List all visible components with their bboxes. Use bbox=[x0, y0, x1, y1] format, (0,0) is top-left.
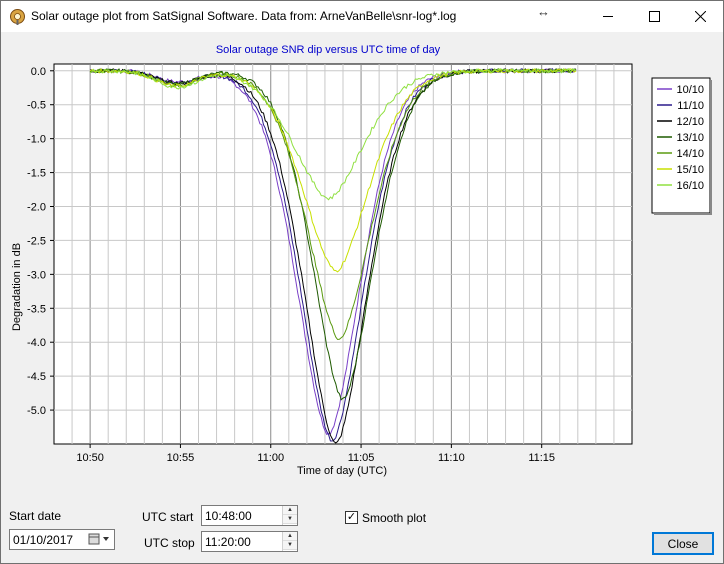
legend-box bbox=[651, 77, 711, 214]
resize-arrows-icon: ↔ bbox=[537, 4, 550, 19]
y-tick-label: -3.0 bbox=[27, 269, 46, 281]
utc-start-label: UTC start bbox=[142, 510, 194, 524]
maximize-button[interactable] bbox=[631, 1, 677, 32]
x-tick-label: 10:55 bbox=[167, 452, 195, 464]
y-axis-label: Degradation in dB bbox=[11, 243, 23, 331]
plot-panel: Solar outage SNR dip versus UTC time of … bbox=[2, 32, 723, 481]
smooth-plot-label[interactable]: Smooth plot bbox=[362, 511, 426, 525]
legend: 10/10 11/10 12/10 13/10 14/10 15/10 16/10 bbox=[651, 77, 712, 215]
y-tick-label: 0.0 bbox=[31, 66, 46, 78]
y-tick-label: -4.5 bbox=[27, 371, 46, 383]
utc-start-spinner[interactable]: ▲ ▼ bbox=[282, 506, 297, 525]
legend-label: 13/10 bbox=[676, 132, 704, 144]
x-tick-label: 11:15 bbox=[528, 452, 555, 464]
utc-stop-value: 11:20:00 bbox=[205, 535, 251, 549]
y-axis-ticks: 0.0 -0.5 -1.0 -1.5 -2.0 -2.5 -3.0 -3.5 -4.0 -4.5 -… bbox=[27, 66, 54, 417]
spin-up-icon[interactable]: ▲ bbox=[283, 506, 297, 515]
legend-label: 14/10 bbox=[676, 148, 704, 160]
utc-stop-spinner[interactable]: ▲ ▼ bbox=[282, 532, 297, 551]
maximize-icon bbox=[648, 11, 660, 22]
legend-label: 12/10 bbox=[676, 116, 704, 128]
y-tick-label: -4.0 bbox=[27, 337, 46, 349]
utc-start-value: 10:48:00 bbox=[205, 509, 252, 523]
x-tick-label: 10:50 bbox=[76, 452, 104, 464]
spin-up-icon[interactable]: ▲ bbox=[283, 532, 297, 541]
app-window: Solar outage plot from SatSignal Softwar… bbox=[0, 0, 724, 564]
spin-down-icon[interactable]: ▼ bbox=[283, 515, 297, 524]
satellite-dish-icon bbox=[10, 9, 25, 25]
y-tick-label: -1.5 bbox=[27, 168, 46, 180]
close-button[interactable]: Close bbox=[652, 532, 714, 555]
x-tick-label: 11:05 bbox=[348, 452, 375, 464]
y-tick-label: -1.0 bbox=[27, 134, 46, 146]
minimize-button[interactable] bbox=[585, 1, 631, 32]
x-tick-label: 11:10 bbox=[438, 452, 465, 464]
snr-chart: Solar outage SNR dip versus UTC time of … bbox=[11, 44, 712, 477]
legend-label: 15/10 bbox=[676, 164, 704, 176]
utc-start-field[interactable]: 10:48:00 ▲ ▼ bbox=[201, 505, 298, 526]
controls-panel: Start date 01/10/2017 UTC start 10:48:00… bbox=[1, 483, 723, 563]
legend-label: 10/10 bbox=[676, 84, 704, 96]
y-tick-label: -5.0 bbox=[27, 405, 46, 417]
x-axis-ticks: 10:50 10:55 11:00 11:05 11:10 11:15 bbox=[76, 444, 555, 464]
y-tick-label: -2.5 bbox=[27, 235, 46, 247]
window-title: Solar outage plot from SatSignal Softwar… bbox=[31, 9, 457, 23]
smooth-plot-checkbox[interactable]: ✓ bbox=[345, 511, 358, 524]
legend-label: 11/10 bbox=[677, 100, 704, 112]
x-axis-label: Time of day (UTC) bbox=[297, 465, 387, 477]
close-icon bbox=[694, 11, 706, 22]
start-date-label: Start date bbox=[9, 509, 62, 523]
utc-stop-label: UTC stop bbox=[144, 536, 195, 550]
y-tick-label: -0.5 bbox=[27, 100, 46, 112]
close-window-button[interactable] bbox=[677, 1, 723, 32]
minimize-icon bbox=[602, 16, 613, 17]
utc-stop-field[interactable]: 11:20:00 ▲ ▼ bbox=[201, 531, 298, 552]
spin-down-icon[interactable]: ▼ bbox=[283, 541, 297, 550]
chart-title: Solar outage SNR dip versus UTC time of … bbox=[216, 44, 441, 56]
start-date-value: 01/10/2017 bbox=[13, 533, 74, 547]
y-tick-label: -2.0 bbox=[27, 202, 46, 214]
x-tick-label: 11:00 bbox=[257, 452, 284, 464]
title-bar[interactable]: Solar outage plot from SatSignal Softwar… bbox=[1, 1, 723, 32]
calendar-icon[interactable] bbox=[88, 533, 112, 546]
y-tick-label: -3.5 bbox=[27, 303, 46, 315]
start-date-picker[interactable]: 01/10/2017 bbox=[9, 529, 115, 550]
legend-label: 16/10 bbox=[676, 180, 704, 192]
